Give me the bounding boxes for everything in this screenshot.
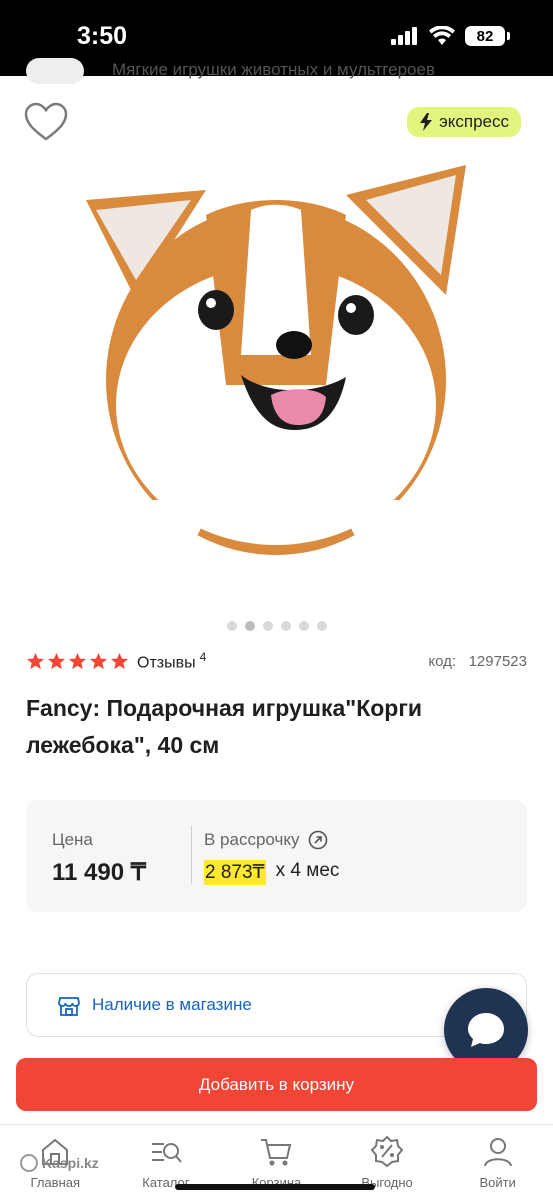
- price-label: Цена: [52, 830, 93, 849]
- chat-icon: [468, 1013, 504, 1047]
- home-indicator: [175, 1184, 375, 1190]
- breadcrumb[interactable]: Мягкие игрушки животных и мультгероев: [112, 60, 435, 80]
- gallery-dot[interactable]: [280, 621, 291, 631]
- installment-label[interactable]: В рассрочку: [204, 830, 328, 850]
- gallery-dot[interactable]: [298, 621, 309, 631]
- reviews-link[interactable]: Отзывы 4: [137, 650, 206, 672]
- star-icon: [47, 652, 66, 669]
- star-icon: [26, 652, 45, 669]
- gallery-dot[interactable]: [226, 621, 237, 631]
- catalog-icon: [151, 1143, 182, 1163]
- price-value: 11 490 ₸: [52, 859, 147, 886]
- status-icons: 82: [391, 26, 510, 46]
- installment-term: х 4 мес: [275, 860, 340, 881]
- installment-value: 2 873₸ х 4 мес: [204, 860, 339, 885]
- rating-row: Отзывы 4 код: 1297523: [26, 650, 527, 672]
- lightning-icon: [420, 113, 433, 131]
- battery-icon: 82: [465, 26, 510, 46]
- product-image[interactable]: [76, 155, 476, 555]
- gallery-dot[interactable]: [316, 621, 327, 631]
- watermark-text: Kaspi.kz: [42, 1155, 99, 1171]
- status-time: 3:50: [77, 22, 128, 50]
- star-icon: [110, 652, 129, 669]
- back-button[interactable]: [26, 58, 84, 84]
- kaspi-logo-icon: [20, 1154, 38, 1172]
- nav-label-home: Главная: [30, 1175, 81, 1190]
- star-icon: [68, 652, 87, 669]
- gallery-dot[interactable]: [262, 621, 273, 631]
- heart-icon[interactable]: [24, 102, 68, 142]
- product-code: код: 1297523: [428, 653, 527, 670]
- arrow-circle-icon[interactable]: [308, 830, 328, 850]
- signal-icon: [391, 27, 417, 45]
- code-label: код:: [428, 652, 457, 670]
- rating-stars: [26, 652, 129, 671]
- star-icon: [89, 652, 108, 669]
- express-label: экспресс: [439, 112, 509, 131]
- express-badge: экспресс: [407, 107, 521, 137]
- price-divider: [191, 826, 192, 884]
- installment-amount: 2 873₸: [204, 860, 266, 885]
- reviews-count: 4: [199, 650, 207, 664]
- nav-item-login[interactable]: Войти: [442, 1125, 553, 1200]
- code-value: 1297523: [468, 652, 527, 670]
- store-availability-label: Наличие в магазине: [92, 995, 252, 1014]
- reviews-label: Отзывы: [137, 654, 196, 672]
- kaspi-watermark: Kaspi.kz: [20, 1154, 99, 1172]
- gallery-dot[interactable]: [244, 621, 255, 631]
- installment-label-text: В рассрочку: [204, 830, 300, 849]
- gallery-pagination[interactable]: [0, 621, 553, 631]
- discount-icon: [370, 1135, 404, 1168]
- add-to-cart-button[interactable]: Добавить в корзину: [16, 1058, 537, 1111]
- wifi-icon: [429, 26, 455, 45]
- product-title: Fancy: Подарочная игрушка"Корги лежебока…: [26, 695, 423, 758]
- cart-icon: [261, 1139, 292, 1166]
- price-card: Цена 11 490 ₸ В рассрочку 2 873₸ х 4 мес: [26, 800, 527, 912]
- user-icon: [483, 1138, 512, 1167]
- nav-label-login: Войти: [479, 1175, 516, 1190]
- store-icon: [58, 997, 80, 1016]
- battery-level: 82: [476, 27, 494, 45]
